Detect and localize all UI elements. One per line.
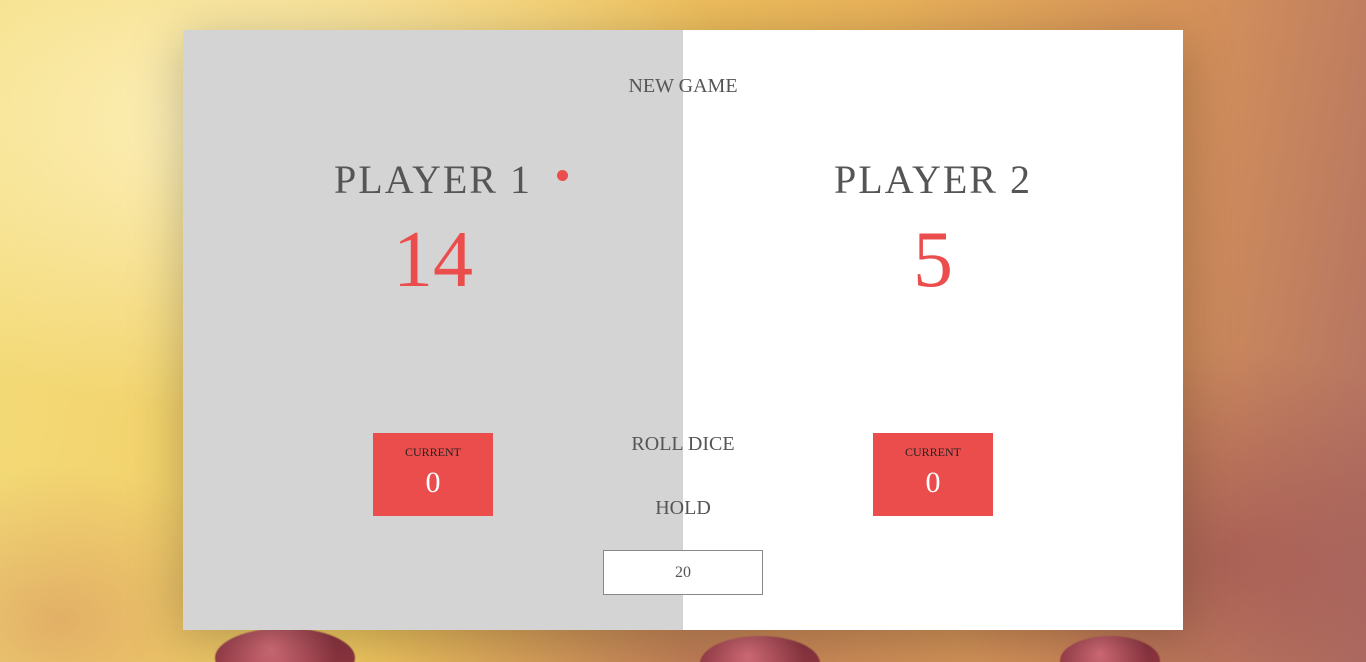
player-1-score: 14 xyxy=(393,216,473,304)
background-berry xyxy=(700,636,820,662)
player-2-name: PLAYER 2 xyxy=(834,157,1032,202)
final-score-input[interactable] xyxy=(603,550,763,595)
player-1-name: PLAYER 1 xyxy=(334,157,532,202)
player-1-panel: PLAYER 1 14 CURRENT 0 xyxy=(183,30,683,630)
roll-dice-button-row: ROLL DICE xyxy=(183,433,1183,456)
active-player-indicator-icon xyxy=(557,170,568,181)
new-game-button-row: NEW GAME xyxy=(183,75,1183,98)
hold-button-row: HOLD xyxy=(183,497,1183,520)
roll-dice-button[interactable]: ROLL DICE xyxy=(627,433,738,456)
player-1-current-score: 0 xyxy=(425,466,441,499)
player-2-current-score: 0 xyxy=(925,466,941,499)
game-board: PLAYER 1 14 CURRENT 0 PLAYER 2 5 CURRENT… xyxy=(183,30,1183,630)
background-berry xyxy=(1060,636,1160,662)
background-berry xyxy=(215,628,355,662)
player-2-panel: PLAYER 2 5 CURRENT 0 xyxy=(683,30,1183,630)
hold-button[interactable]: HOLD xyxy=(651,497,715,520)
player-2-score: 5 xyxy=(913,216,953,304)
new-game-button[interactable]: NEW GAME xyxy=(624,75,741,98)
